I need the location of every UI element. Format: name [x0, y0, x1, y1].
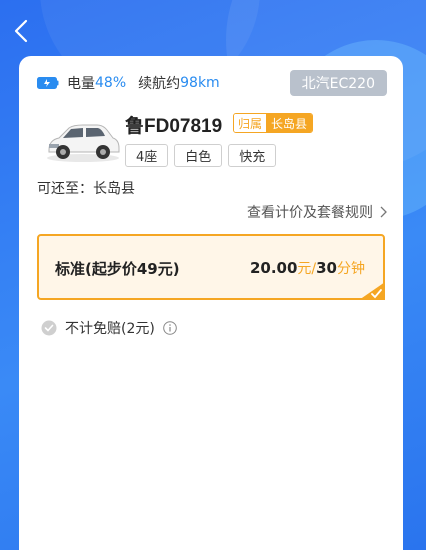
- tag-seats: 4座: [125, 144, 169, 167]
- back-button[interactable]: [10, 18, 34, 44]
- model-badge: 北汽EC220: [289, 70, 387, 96]
- price-value: 20.00: [249, 259, 298, 277]
- belong-label: 归属: [234, 114, 267, 132]
- chevron-right-icon: [380, 206, 387, 218]
- license-plate: 鲁FD07819: [125, 116, 223, 137]
- check-circle-icon[interactable]: [41, 320, 57, 336]
- chevron-left-icon: [14, 19, 28, 43]
- selected-check-icon: [359, 282, 385, 300]
- pricing-rules-label: 查看计价及套餐规则: [247, 205, 373, 221]
- pricing-rules-link[interactable]: 查看计价及套餐规则: [247, 202, 387, 222]
- insurance-option: 不计免赔(2元): [41, 318, 177, 338]
- tag-color: 白色: [174, 144, 223, 167]
- battery-label: 电量: [67, 76, 95, 92]
- return-location: 可还至：长岛县: [37, 181, 135, 197]
- belong-value: 长岛县: [266, 114, 313, 132]
- battery-icon: [37, 77, 59, 89]
- insurance-label: 不计免赔(2元): [65, 321, 155, 337]
- info-icon[interactable]: [163, 321, 177, 335]
- price-unit: 元/: [297, 261, 317, 277]
- minutes-value: 30: [316, 259, 337, 277]
- plan-name: 标准(起步价49元): [55, 260, 180, 278]
- pricing-plan-option[interactable]: 标准(起步价49元) 20.00元/30分钟: [37, 234, 385, 300]
- battery-row: 电量 48% 续航约 98km 北汽EC220: [37, 70, 387, 96]
- tag-charging: 快充: [228, 144, 277, 167]
- range-value: 98km: [180, 75, 220, 91]
- vehicle-card: 电量 48% 续航约 98km 北汽EC220 鲁FD07819 归属 长岛县 …: [19, 56, 403, 550]
- minutes-unit: 分钟: [337, 261, 365, 277]
- belong-badge: 归属 长岛县: [233, 113, 314, 133]
- battery-percent: 48%: [95, 75, 127, 91]
- plan-price: 20.00元/30分钟: [250, 258, 365, 278]
- range-label: 续航约: [138, 76, 181, 92]
- vehicle-tags: 4座 白色 快充: [125, 144, 277, 167]
- car-image: [47, 124, 120, 162]
